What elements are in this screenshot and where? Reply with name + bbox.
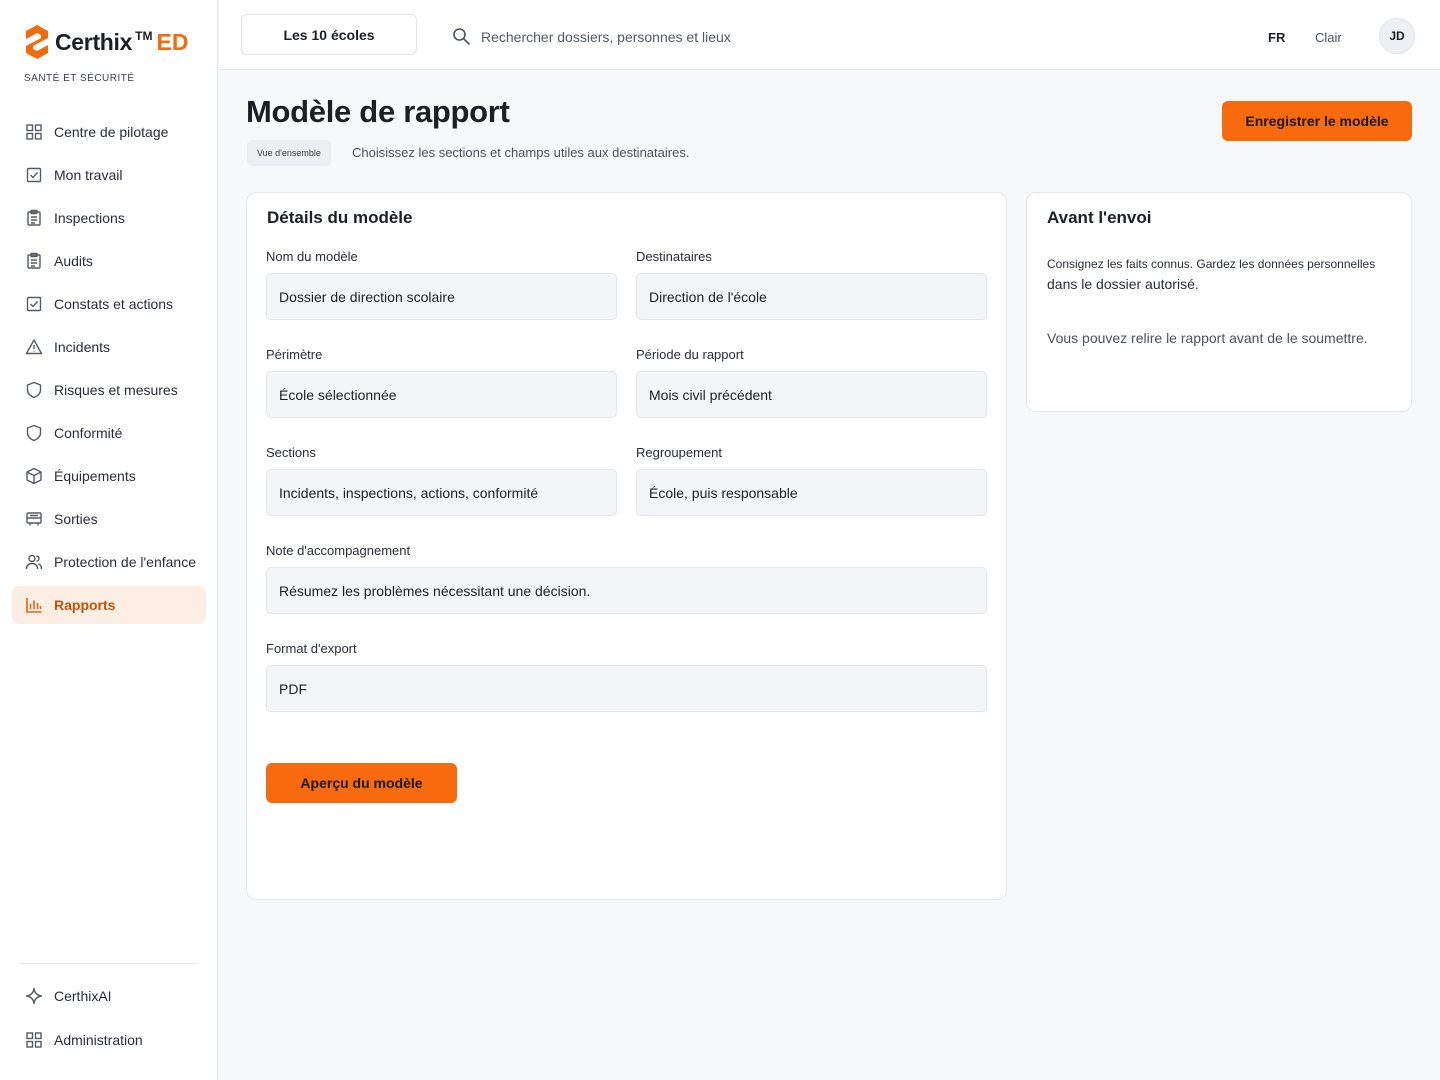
sidebar-item-administration[interactable]: Administration bbox=[12, 1021, 206, 1059]
brand-suffix: ED bbox=[156, 28, 189, 55]
before-sending-card: Avant l'envoi Consignez les faits connus… bbox=[1026, 192, 1412, 412]
brand-name: Certhix bbox=[55, 28, 133, 55]
recipients-input[interactable]: Direction de l'école bbox=[636, 273, 987, 320]
template-details-card: Détails du modèle Nom du modèle Dossier … bbox=[246, 192, 1007, 900]
card-title: Détails du modèle bbox=[267, 208, 413, 227]
field-label: Destinataires bbox=[636, 249, 712, 264]
field-report-period: Période du rapport Mois civil précédent bbox=[636, 347, 987, 418]
shield-icon bbox=[26, 381, 42, 399]
guidance-text: Consignez les faits connus. Gardez les d… bbox=[1047, 257, 1376, 271]
sparkle-icon bbox=[25, 987, 43, 1005]
scope-input[interactable]: École sélectionnée bbox=[266, 371, 617, 418]
box-icon bbox=[26, 467, 42, 485]
sidebar: Certhix TM ED SANTÉ ET SÉCURITÉ Centre d… bbox=[0, 0, 218, 1080]
grouping-input[interactable]: École, puis responsable bbox=[636, 469, 987, 516]
sidebar-item-centre-de-pilotage[interactable]: Centre de pilotage bbox=[12, 113, 206, 151]
sidebar-item-label: Audits bbox=[54, 253, 93, 269]
language-toggle[interactable]: FR bbox=[1268, 30, 1285, 45]
clipboard-icon bbox=[27, 209, 41, 226]
school-selector[interactable]: Les 10 écoles bbox=[241, 14, 417, 55]
page-badge: Vue d'ensemble bbox=[247, 140, 331, 166]
search-input[interactable] bbox=[481, 24, 1001, 50]
page-subtitle: Choisissez les sections et champs utiles… bbox=[352, 145, 690, 160]
sidebar-item-label: Protection de l'enfance bbox=[54, 554, 196, 570]
sections-input[interactable]: Incidents, inspections, actions, conform… bbox=[266, 469, 617, 516]
field-label: Format d'export bbox=[266, 641, 357, 656]
field-grouping: Regroupement École, puis responsable bbox=[636, 445, 987, 516]
sidebar-item-incidents[interactable]: Incidents bbox=[12, 328, 206, 366]
report-period-input[interactable]: Mois civil précédent bbox=[636, 371, 987, 418]
sidebar-nav: Centre de pilotage Mon travail Inspectio… bbox=[12, 113, 206, 629]
clipboard-icon bbox=[27, 252, 41, 269]
bar-chart-icon bbox=[26, 598, 42, 613]
sidebar-item-mon-travail[interactable]: Mon travail bbox=[12, 156, 206, 194]
sidebar-item-label: Risques et mesures bbox=[54, 382, 178, 398]
sidebar-item-conformite[interactable]: Conformité bbox=[12, 414, 206, 452]
preview-template-button[interactable]: Aperçu du modèle bbox=[266, 763, 457, 803]
field-label: Note d'accompagnement bbox=[266, 543, 411, 558]
field-template-name: Nom du modèle Dossier de direction scola… bbox=[266, 249, 617, 320]
sidebar-item-label: Sorties bbox=[54, 511, 98, 527]
field-label: Périmètre bbox=[266, 347, 323, 362]
review-note: Vous pouvez relire le rapport avant de l… bbox=[1047, 330, 1368, 346]
sidebar-divider bbox=[20, 963, 198, 964]
card-title: Avant l'envoi bbox=[1047, 208, 1152, 227]
sidebar-item-label: Équipements bbox=[54, 468, 136, 484]
field-export-format: Format d'export PDF bbox=[266, 641, 987, 712]
brand-trademark: TM bbox=[135, 29, 153, 43]
field-recipients: Destinataires Direction de l'école bbox=[636, 249, 987, 320]
bus-icon bbox=[26, 512, 42, 526]
field-cover-note: Note d'accompagnement Résumez les problè… bbox=[266, 543, 987, 614]
warning-icon bbox=[25, 339, 43, 355]
grid-icon bbox=[26, 124, 42, 140]
certhix-logo-icon bbox=[26, 25, 48, 59]
export-format-input[interactable]: PDF bbox=[266, 665, 987, 712]
grid-icon bbox=[26, 1032, 42, 1048]
topbar: Les 10 écoles FR Clair JD bbox=[219, 0, 1440, 70]
sidebar-item-label: Rapports bbox=[54, 597, 116, 613]
checkbox-icon bbox=[26, 167, 42, 183]
template-name-input[interactable]: Dossier de direction scolaire bbox=[266, 273, 617, 320]
sidebar-bottom-nav: CerthixAI Administration bbox=[12, 977, 206, 1065]
guidance-text: dans le dossier autorisé. bbox=[1047, 276, 1199, 292]
sidebar-item-label: Constats et actions bbox=[54, 296, 174, 312]
sidebar-item-risques-et-mesures[interactable]: Risques et mesures bbox=[12, 371, 206, 409]
sidebar-item-sorties[interactable]: Sorties bbox=[12, 500, 206, 538]
sidebar-item-equipements[interactable]: Équipements bbox=[12, 457, 206, 495]
sidebar-item-certhixai[interactable]: CerthixAI bbox=[12, 977, 206, 1015]
field-label: Période du rapport bbox=[636, 347, 744, 362]
page-title: Modèle de rapport bbox=[246, 94, 510, 129]
checkbox-icon bbox=[26, 296, 42, 312]
sidebar-item-label: Conformité bbox=[54, 425, 123, 441]
field-scope: Périmètre École sélectionnée bbox=[266, 347, 617, 418]
shield-icon bbox=[26, 424, 42, 442]
sidebar-item-protection-de-l-enfance[interactable]: Protection de l'enfance bbox=[12, 543, 206, 581]
sidebar-item-label: Administration bbox=[54, 1032, 143, 1048]
sidebar-item-label: Incidents bbox=[54, 339, 111, 355]
avatar[interactable]: JD bbox=[1379, 18, 1415, 54]
search-icon bbox=[453, 28, 470, 45]
brand-subtitle: SANTÉ ET SÉCURITÉ bbox=[24, 73, 135, 84]
sidebar-item-rapports[interactable]: Rapports bbox=[12, 586, 206, 624]
sidebar-item-label: Centre de pilotage bbox=[54, 124, 169, 140]
save-template-button[interactable]: Enregistrer le modèle bbox=[1222, 101, 1412, 141]
sidebar-item-audits[interactable]: Audits bbox=[12, 242, 206, 280]
field-label: Sections bbox=[266, 445, 316, 460]
sidebar-item-label: Inspections bbox=[54, 210, 125, 226]
field-label: Nom du modèle bbox=[266, 249, 358, 264]
sidebar-item-constats-et-actions[interactable]: Constats et actions bbox=[12, 285, 206, 323]
field-sections: Sections Incidents, inspections, actions… bbox=[266, 445, 617, 516]
field-label: Regroupement bbox=[636, 445, 722, 460]
sidebar-item-label: Mon travail bbox=[54, 167, 123, 183]
sidebar-item-inspections[interactable]: Inspections bbox=[12, 199, 206, 237]
users-icon bbox=[25, 554, 43, 570]
theme-toggle[interactable]: Clair bbox=[1315, 30, 1342, 45]
cover-note-input[interactable]: Résumez les problèmes nécessitant une dé… bbox=[266, 567, 987, 614]
brand-logo[interactable]: Certhix TM ED bbox=[24, 24, 188, 60]
sidebar-item-label: CerthixAI bbox=[54, 988, 112, 1004]
